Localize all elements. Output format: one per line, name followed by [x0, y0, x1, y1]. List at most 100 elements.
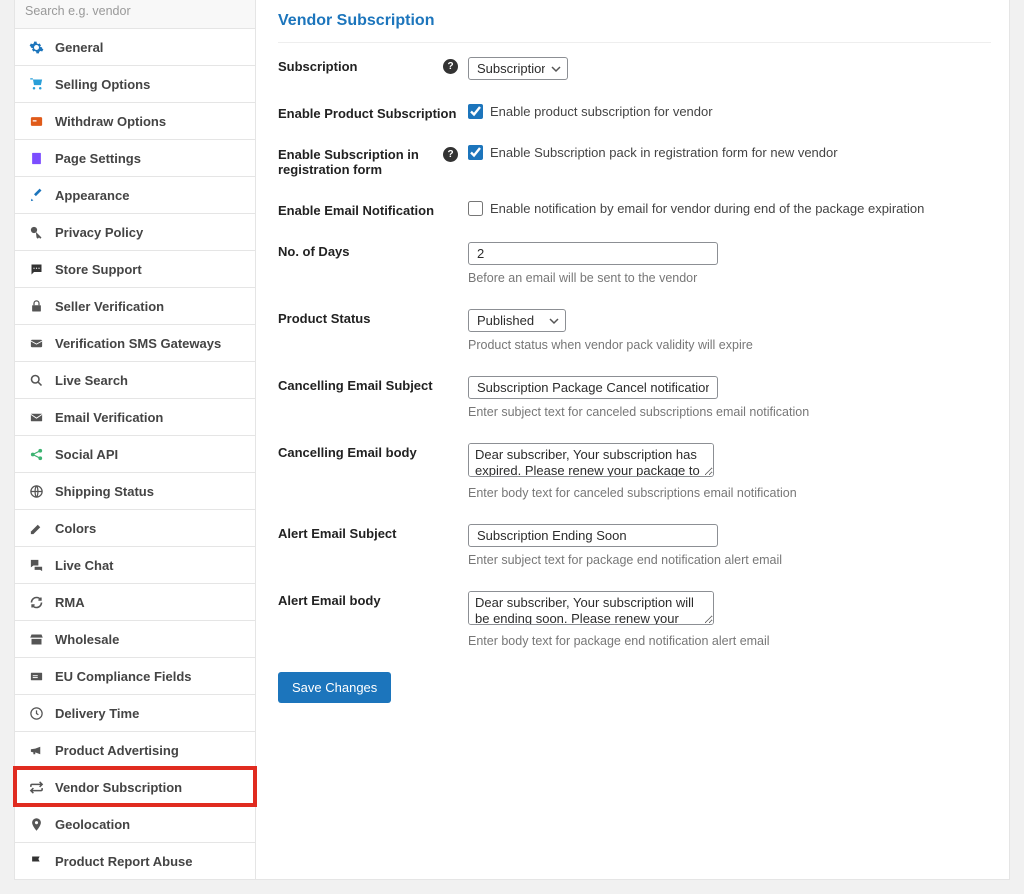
sidebar-item-label: Product Advertising [55, 743, 179, 758]
page-icon [27, 150, 45, 166]
sidebar-item-label: General [55, 40, 103, 55]
product-status-desc: Product status when vendor pack validity… [468, 338, 991, 352]
enable-email-notif-checkbox[interactable] [468, 201, 483, 216]
share-icon [27, 446, 45, 462]
sidebar-item-selling-options[interactable]: Selling Options [15, 65, 255, 102]
sidebar-item-verification-sms-gateways[interactable]: Verification SMS Gateways [15, 324, 255, 361]
product-status-label: Product Status [278, 311, 370, 326]
sidebar-item-product-report-abuse[interactable]: Product Report Abuse [15, 842, 255, 879]
cancel-body-textarea[interactable]: Dear subscriber, Your subscription has e… [468, 443, 714, 477]
sidebar-item-wholesale[interactable]: Wholesale [15, 620, 255, 657]
sidebar-item-label: Email Verification [55, 410, 163, 425]
help-icon[interactable]: ? [443, 147, 458, 162]
sidebar-item-label: Product Report Abuse [55, 854, 192, 869]
sidebar-item-label: Selling Options [55, 77, 150, 92]
sidebar-item-seller-verification[interactable]: Seller Verification [15, 287, 255, 324]
sidebar-item-rma[interactable]: RMA [15, 583, 255, 620]
sidebar-item-label: Vendor Subscription [55, 780, 182, 795]
sidebar-item-email-verification[interactable]: Email Verification [15, 398, 255, 435]
sidebar-item-appearance[interactable]: Appearance [15, 176, 255, 213]
alert-subject-desc: Enter subject text for package end notif… [468, 553, 991, 567]
sidebar-item-privacy-policy[interactable]: Privacy Policy [15, 213, 255, 250]
pencil-icon [27, 520, 45, 536]
store-icon [27, 631, 45, 647]
clock-icon [27, 705, 45, 721]
sidebar-item-label: Privacy Policy [55, 225, 143, 240]
sidebar-item-delivery-time[interactable]: Delivery Time [15, 694, 255, 731]
save-changes-button[interactable]: Save Changes [278, 672, 391, 703]
enable-reg-sub-checkbox[interactable] [468, 145, 483, 160]
enable-email-notif-text: Enable notification by email for vendor … [490, 201, 924, 216]
sidebar-item-label: Shipping Status [55, 484, 154, 499]
cart-icon [27, 76, 45, 92]
enable-product-sub-checkbox[interactable] [468, 104, 483, 119]
sidebar-item-shipping-status[interactable]: Shipping Status [15, 472, 255, 509]
page-title: Vendor Subscription [278, 12, 991, 43]
key-icon [27, 224, 45, 240]
alert-body-label: Alert Email body [278, 593, 381, 608]
pin-icon [27, 816, 45, 832]
cancel-subject-input[interactable] [468, 376, 718, 399]
globe-icon [27, 483, 45, 499]
lock-icon [27, 298, 45, 314]
no-of-days-input[interactable] [468, 242, 718, 265]
sidebar-item-general[interactable]: General [15, 28, 255, 65]
no-of-days-label: No. of Days [278, 244, 350, 259]
sidebar-item-label: Geolocation [55, 817, 130, 832]
alert-body-desc: Enter body text for package end notifica… [468, 634, 991, 648]
brush-icon [27, 187, 45, 203]
sidebar-item-live-search[interactable]: Live Search [15, 361, 255, 398]
sidebar-item-colors[interactable]: Colors [15, 509, 255, 546]
sidebar-item-label: Verification SMS Gateways [55, 336, 221, 351]
sidebar-item-label: Withdraw Options [55, 114, 166, 129]
alert-subject-input[interactable] [468, 524, 718, 547]
help-icon[interactable]: ? [443, 59, 458, 74]
sidebar-search-placeholder[interactable]: Search e.g. vendor [15, 0, 255, 28]
settings-sidebar: Search e.g. vendor General Selling Option… [14, 0, 256, 880]
chat-icon [27, 261, 45, 277]
eu-icon [27, 668, 45, 684]
sidebar-item-label: Social API [55, 447, 118, 462]
sidebar-item-page-settings[interactable]: Page Settings [15, 139, 255, 176]
sidebar-item-label: Live Chat [55, 558, 114, 573]
cancel-subject-label: Cancelling Email Subject [278, 378, 433, 393]
product-status-select[interactable]: Published [468, 309, 566, 332]
subscription-label: Subscription [278, 59, 357, 74]
gear-icon [27, 39, 45, 55]
sidebar-item-social-api[interactable]: Social API [15, 435, 255, 472]
repeat-icon [27, 779, 45, 795]
enable-reg-sub-text: Enable Subscription pack in registration… [490, 145, 838, 160]
sidebar-item-label: Wholesale [55, 632, 119, 647]
sidebar-item-eu-compliance-fields[interactable]: EU Compliance Fields [15, 657, 255, 694]
sidebar-item-label: Appearance [55, 188, 129, 203]
alert-body-textarea[interactable]: Dear subscriber, Your subscription will … [468, 591, 714, 625]
subscription-select[interactable]: Subscriptions [468, 57, 568, 80]
sidebar-item-label: EU Compliance Fields [55, 669, 192, 684]
sidebar-item-withdraw-options[interactable]: Withdraw Options [15, 102, 255, 139]
comments-icon [27, 557, 45, 573]
enable-product-sub-text: Enable product subscription for vendor [490, 104, 713, 119]
no-of-days-desc: Before an email will be sent to the vend… [468, 271, 991, 285]
cancel-subject-desc: Enter subject text for canceled subscrip… [468, 405, 991, 419]
sms-icon [27, 335, 45, 351]
megaphone-icon [27, 742, 45, 758]
enable-reg-sub-label: Enable Subscription in registration form [278, 147, 443, 177]
sidebar-item-live-chat[interactable]: Live Chat [15, 546, 255, 583]
sidebar-item-product-advertising[interactable]: Product Advertising [15, 731, 255, 768]
cancel-body-label: Cancelling Email body [278, 445, 417, 460]
enable-product-sub-label: Enable Product Subscription [278, 106, 456, 121]
settings-app: Search e.g. vendor General Selling Option… [0, 0, 1024, 894]
alert-subject-label: Alert Email Subject [278, 526, 396, 541]
search-icon [27, 372, 45, 388]
withdraw-icon [27, 113, 45, 129]
sidebar-item-vendor-subscription[interactable]: Vendor Subscription [15, 768, 255, 805]
sidebar-item-store-support[interactable]: Store Support [15, 250, 255, 287]
sidebar-item-label: Seller Verification [55, 299, 164, 314]
enable-email-notif-label: Enable Email Notification [278, 203, 434, 218]
flag-icon [27, 853, 45, 869]
sidebar-item-label: Page Settings [55, 151, 141, 166]
sidebar-item-geolocation[interactable]: Geolocation [15, 805, 255, 842]
cancel-body-desc: Enter body text for canceled subscriptio… [468, 486, 991, 500]
sidebar-item-label: RMA [55, 595, 85, 610]
sidebar-item-label: Live Search [55, 373, 128, 388]
